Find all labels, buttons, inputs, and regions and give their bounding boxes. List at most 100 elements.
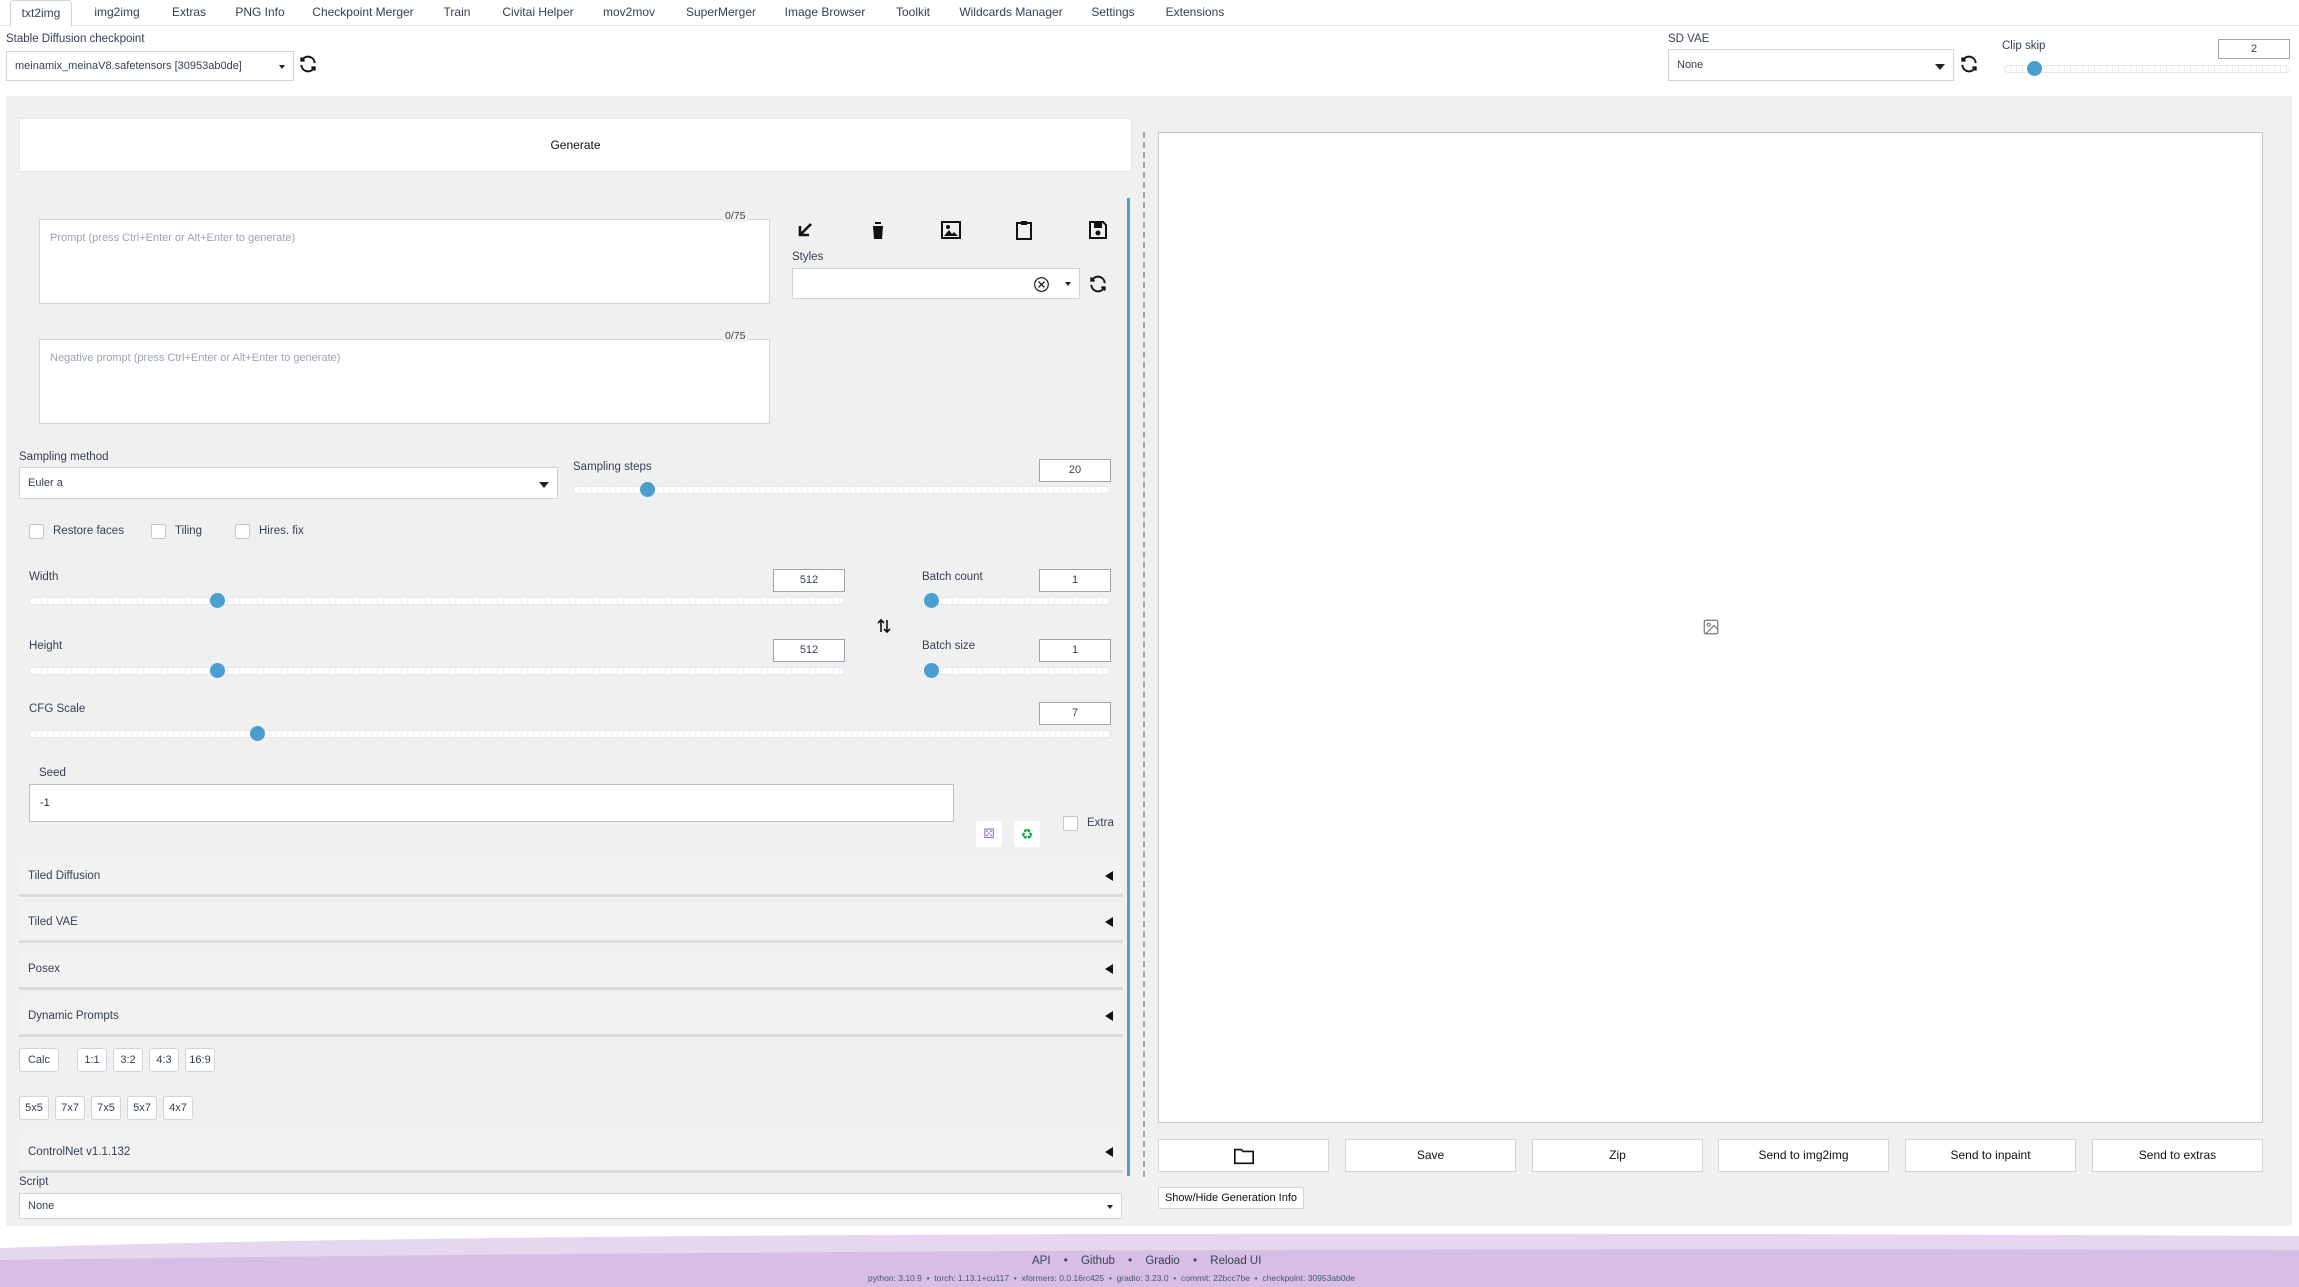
tab-settings[interactable]: Settings [1080,0,1146,26]
negative-prompt-input[interactable]: Negative prompt (press Ctrl+Enter or Alt… [39,339,770,424]
calc-button[interactable]: Calc [19,1048,59,1072]
open-folder-button[interactable] [1158,1139,1329,1172]
generate-button[interactable]: Generate [19,118,1132,172]
scrollbar[interactable] [1127,198,1130,1176]
grid-4x7-button[interactable]: 4x7 [163,1096,193,1120]
grid-5x5-button[interactable]: 5x5 [19,1096,49,1120]
arrow-down-left-icon[interactable] [793,218,817,242]
tab-extensions[interactable]: Extensions [1158,0,1232,26]
refresh-icon[interactable] [298,54,318,74]
batch-size-input[interactable]: 1 [1039,639,1111,662]
height-input[interactable]: 512 [773,639,845,662]
seed-input[interactable]: -1 [29,784,954,822]
tiling-checkbox[interactable] [151,524,166,539]
tab-image-browser[interactable]: Image Browser [778,0,872,26]
hires-fix-checkbox[interactable] [235,524,250,539]
slider-thumb[interactable] [924,593,939,608]
accordion-posex[interactable]: Posex [19,950,1123,990]
tab-png-info[interactable]: PNG Info [229,0,291,26]
clear-icon[interactable] [1033,276,1050,293]
slider-thumb[interactable] [210,663,225,678]
slider-thumb[interactable] [924,663,939,678]
recycle-icon[interactable]: ♻ [1014,821,1040,847]
script-select[interactable]: None [19,1193,1122,1219]
extra-seed-checkbox[interactable] [1063,816,1078,831]
cfg-scale-slider[interactable] [29,726,1111,741]
save-style-icon[interactable] [1086,218,1110,242]
slider-thumb[interactable] [640,482,655,497]
output-gallery[interactable] [1158,132,2263,1123]
batch-count-input[interactable]: 1 [1039,569,1111,592]
tab-toolkit[interactable]: Toolkit [884,0,942,26]
save-button[interactable]: Save [1345,1139,1516,1172]
swap-dimensions-icon[interactable] [874,614,894,638]
slider-thumb[interactable] [210,593,225,608]
negative-prompt-token-counter: 0/75 [722,330,749,342]
grid-5x7-button[interactable]: 5x7 [127,1096,157,1120]
tab-civitai-helper[interactable]: Civitai Helper [492,0,584,26]
image-icon[interactable] [939,218,963,242]
slider-thumb[interactable] [2027,61,2042,76]
collapse-arrow-icon [1105,1011,1113,1021]
aspect-16-9-button[interactable]: 16:9 [185,1048,215,1072]
tab-extras[interactable]: Extras [162,0,216,26]
prompt-input[interactable]: Prompt (press Ctrl+Enter or Alt+Enter to… [39,219,770,304]
clip-skip-input[interactable]: 2 [2218,39,2290,59]
styles-select[interactable] [792,268,1080,299]
batch-size-slider[interactable] [922,663,1111,678]
chevron-down-icon [279,65,285,69]
footer-links: API • Github • Gradio • Reload UI [1032,1255,1261,1267]
cfg-scale-input[interactable]: 7 [1039,702,1111,725]
tab-train[interactable]: Train [434,0,480,26]
tab-img2img[interactable]: img2img [86,0,148,26]
grid-7x5-button[interactable]: 7x5 [91,1096,121,1120]
clip-skip-label: Clip skip [2002,40,2046,52]
vae-select[interactable]: None [1668,49,1954,81]
zip-button[interactable]: Zip [1532,1139,1703,1172]
aspect-1-1-button[interactable]: 1:1 [77,1048,107,1072]
send-to-inpaint-button[interactable]: Send to inpaint [1905,1139,2076,1172]
clipboard-icon[interactable] [1012,218,1036,242]
clip-skip-slider[interactable] [2004,61,2290,76]
api-link[interactable]: API [1032,1255,1051,1267]
send-to-img2img-button[interactable]: Send to img2img [1718,1139,1889,1172]
width-slider[interactable] [29,593,845,608]
collapse-arrow-icon [1105,1147,1113,1157]
folder-icon [1234,1148,1254,1165]
width-input[interactable]: 512 [773,569,845,592]
script-value: None [28,1200,55,1212]
trash-icon[interactable] [866,218,890,242]
refresh-icon[interactable] [1959,54,1979,74]
accordion-tiled-diffusion[interactable]: Tiled Diffusion [19,857,1123,897]
hires-fix-label: Hires. fix [259,525,304,537]
height-slider[interactable] [29,663,845,678]
tab-supermerger[interactable]: SuperMerger [676,0,766,26]
accordion-dynamic-prompts[interactable]: Dynamic Prompts [19,997,1123,1037]
accordion-tiled-vae[interactable]: Tiled VAE [19,903,1123,943]
chevron-down-icon [539,482,549,488]
tab-txt2img[interactable]: txt2img [10,0,72,27]
tab-checkpoint-merger[interactable]: Checkpoint Merger [305,0,421,26]
batch-count-slider[interactable] [922,593,1111,608]
reload-ui-link[interactable]: Reload UI [1210,1255,1261,1267]
aspect-4-3-button[interactable]: 4:3 [149,1048,179,1072]
sampling-steps-input[interactable]: 20 [1039,459,1111,482]
sampling-method-select[interactable]: Euler a [19,467,558,499]
tab-mov2mov[interactable]: mov2mov [596,0,662,26]
accordion-controlnet[interactable]: ControlNet v1.1.132 [19,1133,1123,1173]
slider-thumb[interactable] [250,726,265,741]
gradio-link[interactable]: Gradio [1145,1255,1180,1267]
aspect-3-2-button[interactable]: 3:2 [113,1048,143,1072]
checkpoint-select[interactable]: meinamix_meinaV8.safetensors [30953ab0de… [6,51,294,81]
dice-icon[interactable]: ⚄ [976,821,1002,847]
resize-divider[interactable] [1143,132,1145,1177]
restore-faces-checkbox[interactable] [29,524,44,539]
refresh-icon[interactable] [1088,274,1108,294]
tab-wildcards-manager[interactable]: Wildcards Manager [956,0,1066,26]
send-to-extras-button[interactable]: Send to extras [2092,1139,2263,1172]
chevron-down-icon [1935,64,1945,70]
github-link[interactable]: Github [1081,1255,1115,1267]
grid-7x7-button[interactable]: 7x7 [55,1096,85,1120]
show-hide-generation-info-button[interactable]: Show/Hide Generation Info [1158,1187,1304,1209]
sampling-steps-slider[interactable] [573,482,1111,497]
